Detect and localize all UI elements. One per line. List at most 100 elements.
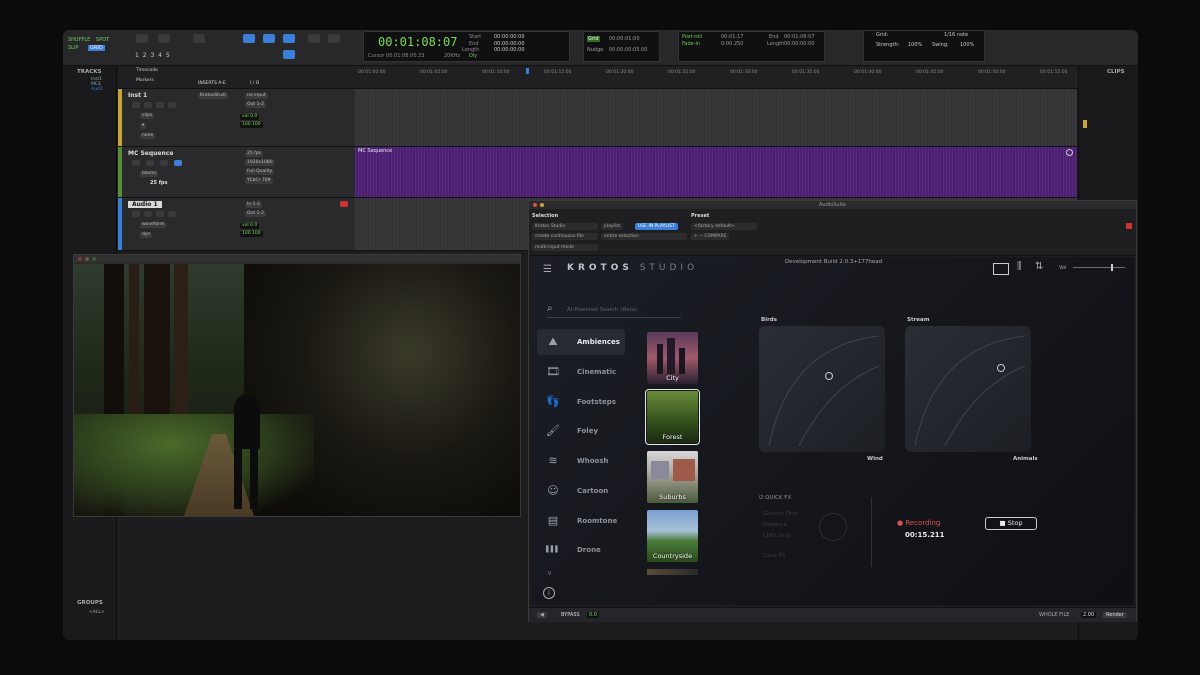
smart-tool-button[interactable] — [283, 34, 295, 43]
zoom-out-button[interactable] — [158, 34, 170, 43]
output-selector[interactable]: Out 1-2 — [245, 211, 266, 217]
quick-fx-option[interactable]: Cliffs Only — [763, 533, 791, 539]
quantize-display[interactable]: Grid: 1/16 note Strength: 100% Swing: 10… — [863, 30, 985, 62]
category-drone[interactable]: ▌▌▌ Drone — [537, 537, 625, 563]
keyboard-icon[interactable] — [993, 263, 1009, 275]
automation-selector[interactable]: none — [140, 133, 156, 139]
thumbnail-forest[interactable]: Forest — [645, 389, 700, 445]
quality-selector[interactable]: Full Quality — [245, 169, 275, 175]
track-lane-inst1[interactable] — [355, 89, 1077, 147]
quick-fx-header[interactable]: ⏻ QUICK FX — [759, 495, 791, 502]
window-pin-icon[interactable] — [1126, 223, 1132, 229]
trim-tool-button[interactable] — [193, 34, 205, 43]
pre-post-roll-display[interactable]: Post-roll Fade-in 00:01:17 0:00.250 End … — [678, 31, 825, 62]
length-value[interactable]: 00:00:00:00 — [494, 47, 525, 53]
menu-icon[interactable]: ☰ — [543, 264, 552, 275]
volume-field[interactable]: vol 0.0 — [240, 114, 260, 120]
category-foley[interactable]: 🖌 Foley — [537, 418, 625, 444]
format-selector[interactable]: YCbCr 709 — [245, 178, 273, 184]
grid-nudge-display[interactable]: Grid 00:00:01:00 Nudge 00:00:00:05.00 — [583, 31, 660, 62]
mode-shuffle[interactable]: SHUFFLE — [68, 37, 90, 43]
category-footsteps[interactable]: 👣 Footsteps — [537, 389, 625, 415]
quick-fx-knob[interactable] — [819, 513, 847, 541]
pan-field[interactable]: 100 100 — [240, 122, 263, 128]
stop-button[interactable]: ■ Stop — [985, 517, 1037, 530]
track-view-selector[interactable]: blocks — [140, 171, 159, 177]
track-name[interactable]: Audio 1 — [128, 201, 162, 208]
solo-button[interactable] — [146, 160, 154, 166]
category-cinematic[interactable]: 🎞 Cinematic — [537, 359, 625, 385]
scrubber-tool-button[interactable] — [328, 34, 340, 43]
xy-pad-stream-animals[interactable] — [905, 326, 1031, 452]
use-in-playlist-button[interactable]: USE IN PLAYLIST — [635, 223, 678, 230]
mode-grid[interactable]: GRID — [88, 45, 105, 51]
minimize-icon[interactable] — [540, 203, 544, 207]
zoom-presets[interactable]: 1 2 3 4 5 — [135, 52, 171, 59]
handle-value[interactable]: 2.00 — [1081, 612, 1097, 618]
mute-button[interactable] — [168, 211, 176, 217]
track-list-item[interactable]: Aud1 — [91, 87, 103, 92]
audiosuite-titlebar[interactable]: AudioSuite — [529, 201, 1136, 209]
track-name[interactable]: Inst 1 — [128, 92, 147, 99]
processing-scope-selector[interactable]: entire selection — [601, 233, 687, 240]
thumbnail-next-partial[interactable] — [647, 569, 698, 575]
selector-tool-button[interactable] — [243, 34, 255, 43]
info-icon[interactable]: i — [543, 587, 555, 599]
minimize-icon[interactable] — [85, 257, 89, 261]
solo-button[interactable] — [156, 211, 164, 217]
link-button[interactable] — [283, 50, 295, 59]
audiosuite-window[interactable]: AudioSuite Selection Preset Krotos Studi… — [528, 200, 1137, 622]
search-box[interactable]: ⌕ AI-Powered Search (Beta) — [547, 303, 681, 318]
main-counter[interactable]: 00:01:08:07 Cursor 00:01:08:00.33 20KHz … — [363, 31, 570, 62]
category-cartoon[interactable]: ☺ Cartoon — [537, 478, 625, 504]
preset-compare-group[interactable]: + − COMPARE — [691, 233, 730, 240]
record-button[interactable] — [132, 211, 140, 217]
automation-selector[interactable]: dyn — [140, 232, 153, 238]
handle-mode[interactable]: WHOLE FILE — [1039, 612, 1069, 618]
category-roomtone[interactable]: ▤ Roomtone — [537, 508, 625, 534]
pan-field[interactable]: 100 100 — [240, 231, 263, 237]
mute-button[interactable] — [160, 160, 168, 166]
track-mc-sequence[interactable]: MC Sequence blocks 25 fps 25 fps 1920x10… — [118, 147, 355, 198]
xy-pad-birds-wind[interactable] — [759, 326, 885, 452]
zoom-in-button[interactable] — [136, 34, 148, 43]
video-window[interactable] — [73, 254, 521, 517]
track-view-selector[interactable]: waveform — [140, 222, 167, 228]
record-enable-icon[interactable] — [340, 201, 348, 207]
fps-selector[interactable]: 25 fps — [245, 151, 263, 157]
close-icon[interactable] — [533, 203, 537, 207]
quick-fx-option[interactable]: Ghostly Only — [763, 511, 798, 517]
input-monitor-button[interactable] — [144, 102, 152, 108]
insert-slot[interactable]: KrotosStudi — [198, 93, 228, 99]
zoom-icon[interactable] — [92, 257, 96, 261]
volume-slider[interactable] — [1073, 264, 1125, 271]
processing-mode-selector[interactable]: create continuous file — [532, 233, 598, 240]
quick-fx-option[interactable]: Distance — [763, 522, 787, 528]
bypass-button[interactable]: BYPASS — [561, 612, 580, 618]
volume-slider-handle[interactable] — [1111, 264, 1113, 271]
mode-slip[interactable]: SLIP — [68, 45, 78, 51]
mute-button[interactable] — [168, 102, 176, 108]
input-selector[interactable]: no input — [245, 93, 268, 99]
category-ambiences[interactable]: ⛰ Ambiences — [537, 329, 625, 355]
playlist-selector[interactable]: playlist — [601, 223, 624, 230]
quick-fx-option[interactable]: Cave FX — [763, 553, 786, 559]
video-track-button[interactable] — [174, 160, 182, 166]
pencil-tool-button[interactable] — [308, 34, 320, 43]
category-whoosh[interactable]: ≋ Whoosh — [537, 448, 625, 474]
start-value[interactable]: 00:00:00:00 — [494, 34, 525, 40]
render-button[interactable]: Render — [1103, 612, 1127, 618]
input-selector[interactable]: In 1-2 — [245, 202, 262, 208]
plugin-selector[interactable]: Krotos Studio — [532, 223, 598, 230]
thumbnail-countryside[interactable]: Countryside — [647, 510, 698, 562]
multi-input-selector[interactable]: multi-input mode — [532, 244, 598, 251]
track-name[interactable]: MC Sequence — [128, 150, 173, 157]
input-monitor-button[interactable] — [144, 211, 152, 217]
thumbnail-suburbs[interactable]: Suburbs — [647, 451, 698, 503]
edit-mode-group[interactable]: SHUFFLE SPOT SLIP GRID — [68, 36, 123, 54]
resolution-selector[interactable]: 1920x1080 — [245, 160, 275, 166]
online-button[interactable] — [132, 160, 140, 166]
mixer-icon[interactable]: ⇅ — [1035, 261, 1043, 272]
preset-selector[interactable]: <factory default> — [691, 223, 757, 230]
preview-button[interactable]: ◀ — [537, 612, 547, 618]
